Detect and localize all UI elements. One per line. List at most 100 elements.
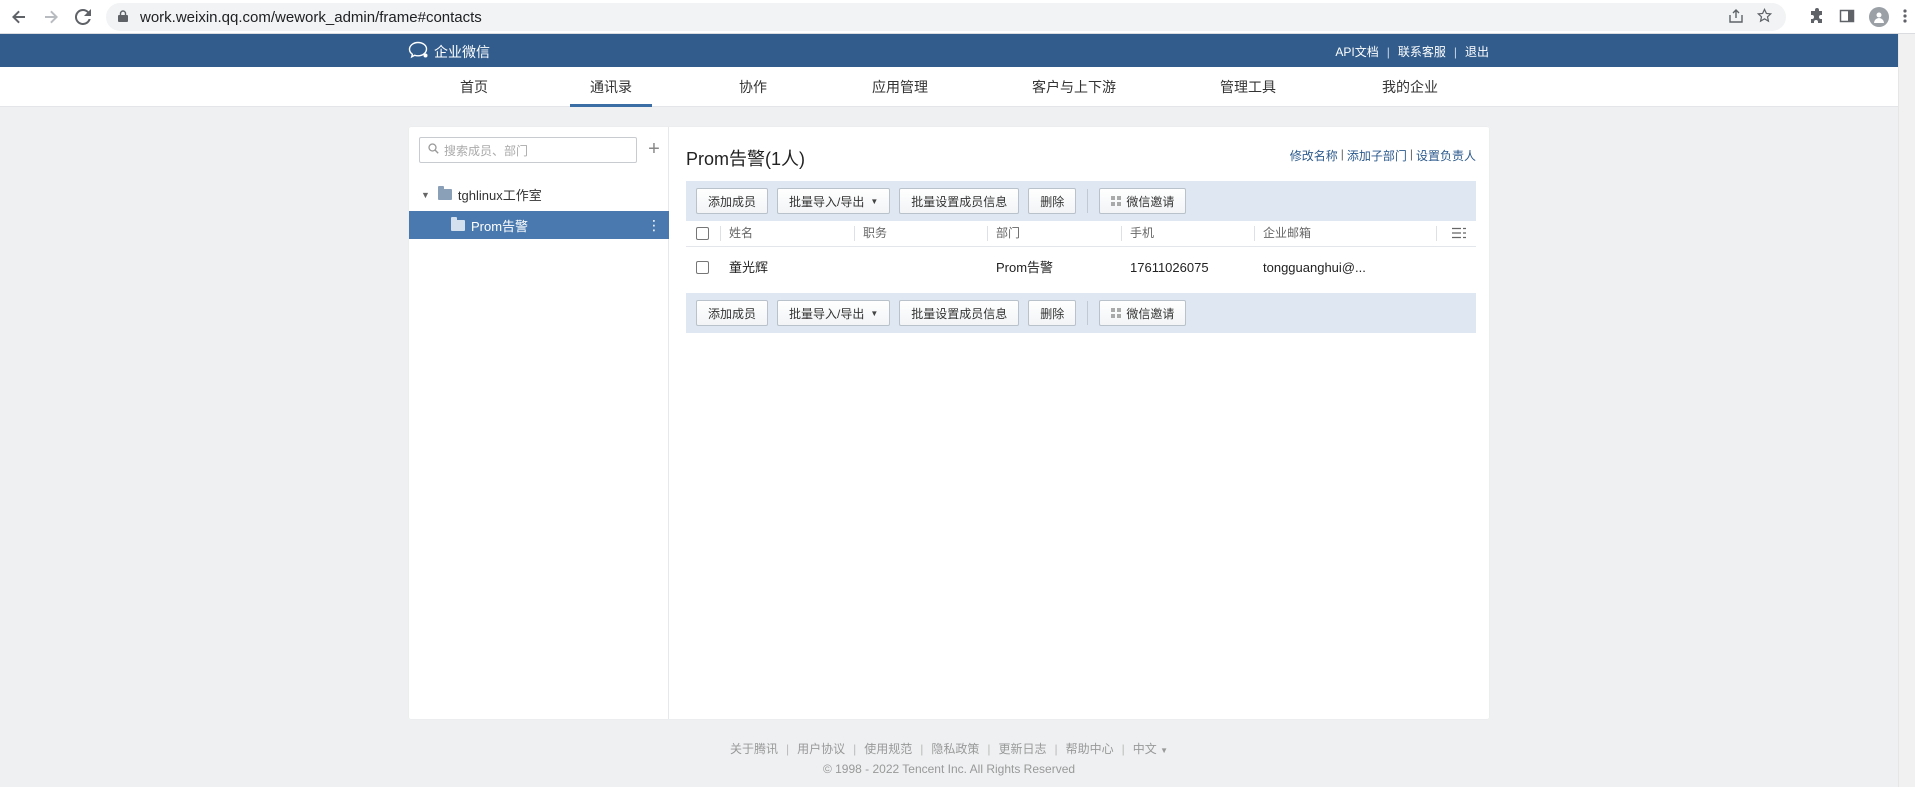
column-name[interactable]: 姓名: [729, 220, 753, 247]
column-phone[interactable]: 手机: [1130, 220, 1154, 247]
department-actions: 修改名称 | 添加子部门 | 设置负责人: [1290, 147, 1476, 164]
tab-my-company[interactable]: 我的企业: [1372, 67, 1448, 107]
separator: |: [1409, 147, 1413, 161]
delete-button[interactable]: 删除: [1028, 300, 1077, 326]
wechat-invite-label: 微信邀请: [1126, 306, 1175, 321]
wechat-invite-label: 微信邀请: [1126, 194, 1175, 209]
profile-avatar-icon[interactable]: [1869, 7, 1889, 27]
wework-logo[interactable]: 企业微信: [408, 41, 490, 62]
side-panel-icon[interactable]: [1839, 8, 1855, 27]
language-label: 中文: [1132, 742, 1157, 756]
column-divider: [854, 226, 855, 241]
separator: |: [1054, 742, 1058, 756]
logout-link[interactable]: 退出: [1465, 43, 1489, 60]
lock-icon: [118, 9, 128, 25]
separator: |: [987, 742, 991, 756]
add-member-button[interactable]: 添加成员: [696, 188, 769, 214]
api-docs-link[interactable]: API文档: [1335, 43, 1378, 60]
forward-icon[interactable]: [34, 0, 68, 34]
wework-logo-icon: [408, 41, 434, 62]
cell-phone: 17611026075: [1130, 260, 1209, 275]
column-title[interactable]: 职务: [863, 220, 887, 247]
cell-name: 童光辉: [729, 260, 769, 275]
chevron-down-icon: ▼: [1160, 746, 1169, 755]
column-divider: [987, 226, 988, 241]
search-placeholder: 搜索成员、部门: [444, 143, 529, 158]
batch-import-export-label: 批量导入/导出: [789, 194, 865, 209]
browser-menu-icon[interactable]: [1903, 8, 1907, 27]
batch-import-export-button[interactable]: 批量导入/导出 ▼: [777, 188, 891, 214]
tab-management-tools[interactable]: 管理工具: [1210, 67, 1286, 107]
expand-arrow-icon[interactable]: ▼: [421, 190, 430, 200]
separator: |: [1386, 44, 1390, 59]
separator: |: [1121, 742, 1125, 756]
more-options-icon[interactable]: ⋮: [647, 217, 661, 233]
add-department-icon[interactable]: +: [645, 137, 663, 163]
search-icon: [428, 143, 439, 157]
tab-app-management[interactable]: 应用管理: [862, 67, 938, 107]
footer-link-usage-rules[interactable]: 使用规范: [864, 742, 912, 756]
footer-link-privacy[interactable]: 隐私政策: [931, 742, 979, 756]
copyright: © 1998 - 2022 Tencent Inc. All Rights Re…: [822, 762, 1076, 776]
dropdown-caret-icon: ▼: [870, 308, 879, 318]
tab-contacts[interactable]: 通讯录: [570, 67, 652, 107]
tree-child-dept-selected[interactable]: Prom告警 ⋮: [409, 211, 669, 239]
app-header: 企业微信 API文档 | 联系客服 | 退出: [0, 34, 1898, 67]
wechat-invite-button[interactable]: 微信邀请: [1099, 300, 1187, 326]
table-row[interactable]: 童光辉 Prom告警 17611026075 tongguanghui@...: [686, 248, 1476, 288]
column-divider: [1121, 226, 1122, 241]
footer-link-user-agreement[interactable]: 用户协议: [797, 742, 845, 756]
add-member-button[interactable]: 添加成员: [696, 300, 769, 326]
separator: |: [920, 742, 924, 756]
extensions-icon[interactable]: [1809, 7, 1825, 27]
separator: |: [853, 742, 857, 756]
column-department[interactable]: 部门: [996, 220, 1020, 247]
contact-support-link[interactable]: 联系客服: [1398, 43, 1446, 60]
bookmark-star-icon[interactable]: [1756, 7, 1773, 26]
share-icon[interactable]: [1729, 8, 1743, 26]
footer-links: 关于腾讯 | 用户协议 | 使用规范 | 隐私政策 | 更新日志 | 帮助中心 | 中文 ▼: [0, 740, 1898, 757]
child-dept-label: Prom告警: [471, 218, 529, 234]
row-checkbox[interactable]: [696, 261, 709, 274]
column-divider: [720, 226, 721, 241]
folder-icon: [451, 216, 465, 231]
column-email[interactable]: 企业邮箱: [1263, 220, 1311, 247]
tab-collaboration[interactable]: 协作: [723, 67, 783, 107]
batch-import-export-button[interactable]: 批量导入/导出 ▼: [777, 300, 891, 326]
header-links: API文档 | 联系客服 | 退出: [1335, 43, 1489, 60]
member-toolbar-bottom: 添加成员 批量导入/导出 ▼ 批量设置成员信息 删除 微信邀请: [686, 293, 1476, 333]
add-subdept-link[interactable]: 添加子部门: [1347, 147, 1407, 164]
back-icon[interactable]: [2, 0, 36, 34]
footer-link-changelog[interactable]: 更新日志: [999, 742, 1047, 756]
qr-grid-icon: [1111, 196, 1122, 206]
language-selector[interactable]: 中文 ▼: [1133, 742, 1168, 756]
batch-set-info-button[interactable]: 批量设置成员信息: [899, 300, 1020, 326]
select-all-checkbox[interactable]: [696, 227, 709, 240]
page-scrollbar[interactable]: [1898, 34, 1915, 787]
search-input[interactable]: 搜索成员、部门: [419, 137, 637, 163]
rename-link[interactable]: 修改名称: [1290, 147, 1338, 164]
tab-home[interactable]: 首页: [444, 67, 504, 107]
url-text: work.weixin.qq.com/wework_admin/frame#co…: [140, 8, 482, 26]
footer-link-about[interactable]: 关于腾讯: [730, 742, 778, 756]
department-title: Prom告警(1人): [686, 149, 806, 169]
root-dept-label: tghlinux工作室: [457, 188, 542, 203]
address-bar[interactable]: work.weixin.qq.com/wework_admin/frame#co…: [106, 3, 1786, 31]
member-toolbar-top: 添加成员 批量导入/导出 ▼ 批量设置成员信息 删除 微信邀请: [686, 181, 1476, 221]
column-divider: [1436, 226, 1437, 241]
tab-customers[interactable]: 客户与上下游: [1025, 67, 1123, 107]
qr-grid-icon: [1111, 308, 1122, 318]
toolbar-divider: [1087, 301, 1089, 325]
separator: |: [785, 742, 790, 756]
tree-root-dept[interactable]: ▼ tghlinux工作室: [421, 185, 542, 204]
column-settings-icon[interactable]: [1452, 227, 1466, 239]
footer-link-help[interactable]: 帮助中心: [1066, 742, 1114, 756]
batch-set-info-button[interactable]: 批量设置成员信息: [899, 188, 1020, 214]
wechat-invite-button[interactable]: 微信邀请: [1099, 188, 1187, 214]
cell-email: tongguanghui@...: [1263, 260, 1366, 275]
reload-icon[interactable]: [66, 0, 100, 34]
delete-button[interactable]: 删除: [1028, 188, 1077, 214]
toolbar-divider: [1087, 189, 1089, 213]
batch-import-export-label: 批量导入/导出: [789, 306, 865, 321]
set-manager-link[interactable]: 设置负责人: [1416, 147, 1476, 164]
